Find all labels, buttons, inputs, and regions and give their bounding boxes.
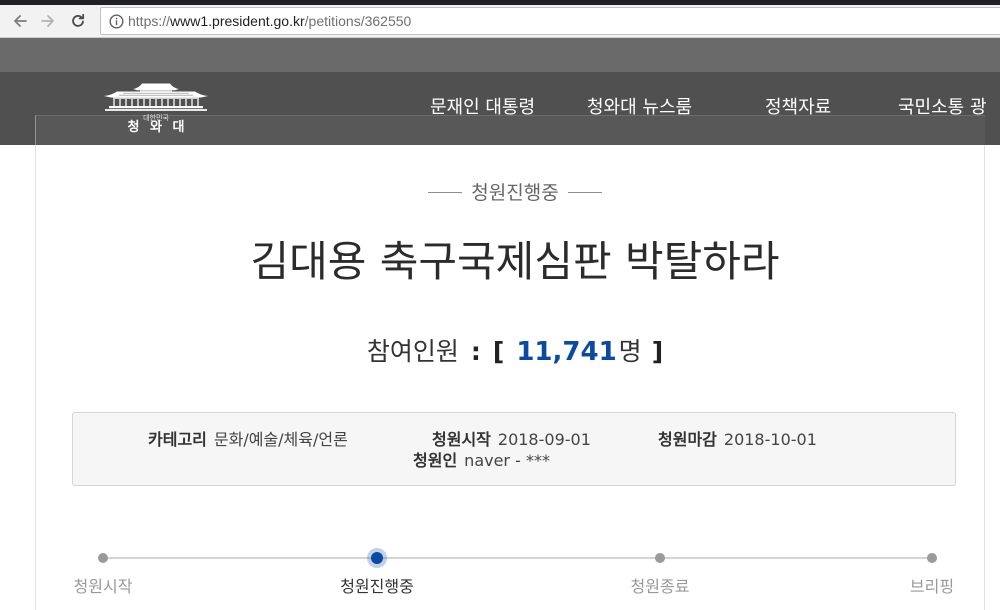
info-end-value: 2018-10-01 — [723, 430, 817, 449]
arrow-left-path — [14, 15, 27, 27]
blue-house-building-icon — [104, 83, 208, 111]
info-category: 카테고리 문화/예술/체육/언론 — [148, 429, 348, 451]
info-category-value: 문화/예술/체육/언론 — [213, 430, 348, 449]
info-icon-stem — [115, 20, 118, 25]
participant-count: 11,741 — [516, 337, 617, 367]
site-header-top-bar — [0, 38, 1000, 72]
progress-step-label: 청원종료 — [630, 577, 690, 596]
nav-policy-materials[interactable]: 정책자료 — [765, 97, 831, 119]
logo-base — [109, 106, 203, 109]
petition-status: 청원진행중 — [30, 181, 1000, 205]
arrow-right-icon — [41, 15, 54, 27]
info-end-label: 청원마감 — [658, 430, 717, 449]
progress-track — [103, 557, 932, 559]
reload-button[interactable] — [67, 10, 89, 32]
participants-bracket-close: ] — [651, 337, 664, 366]
petition-title: 김대용 축구국제심판 박탈하라 — [250, 237, 780, 286]
arrow-right-path — [41, 15, 54, 27]
site-header: 대한민국 청 와 대 문재인 대통령 청와대 뉴스룸 정책자료 국민소통 광 — [0, 72, 1000, 145]
status-rule-left — [428, 192, 463, 193]
browser-toolbar: https://www1.president.go.kr/petitions/3… — [0, 5, 1000, 38]
logo-steps — [105, 109, 207, 111]
nav-public-forum[interactable]: 국민소통 광 — [898, 97, 987, 119]
participants-bracket-open: [ — [492, 337, 505, 366]
info-start-value: 2018-09-01 — [497, 430, 591, 449]
info-petitioner-value: naver - *** — [464, 451, 550, 470]
petition-content: 청원진행중 김대용 축구국제심판 박탈하라 참여인원: [11,741명] 카테고… — [0, 145, 1000, 610]
progress-step-dot — [98, 553, 108, 563]
progress-step-dot — [927, 553, 937, 563]
progress-step-briefing: 브리핑 — [872, 548, 992, 597]
info-petitioner: 청원인 naver - *** — [413, 450, 550, 472]
url-scheme: https:// — [128, 13, 171, 29]
address-bar[interactable]: https://www1.president.go.kr/petitions/3… — [100, 7, 1000, 35]
reload-icon — [72, 13, 85, 27]
info-petitioner-label: 청원인 — [413, 451, 458, 470]
progress-step-label: 청원진행중 — [340, 577, 414, 596]
petition-info-box: 카테고리 문화/예술/체육/언론 청원시작 2018-09-01 청원마감 2018-… — [72, 412, 956, 486]
nav-president[interactable]: 문재인 대통령 — [430, 97, 535, 119]
forward-button[interactable] — [37, 10, 59, 32]
status-text: 청원진행중 — [471, 182, 559, 204]
participant-unit: 명 — [618, 337, 642, 366]
progress-step-label: 브리핑 — [909, 577, 955, 596]
participants-colon: : — [470, 337, 481, 366]
logo-upper-roof — [133, 83, 179, 91]
progress-step-in-progress: 청원진행중 — [317, 548, 437, 597]
url-host: www1.president.go.kr — [170, 13, 305, 29]
participant-count-line: 참여인원: [11,741명] — [30, 334, 1000, 370]
info-end-date: 청원마감 2018-10-01 — [658, 429, 817, 451]
status-rule-right — [567, 192, 602, 193]
arrow-left-icon — [14, 15, 27, 27]
progress-step-closed: 청원종료 — [600, 548, 720, 597]
cheongwadae-logo[interactable]: 대한민국 청 와 대 — [103, 82, 209, 142]
nav-newsroom[interactable]: 청와대 뉴스룸 — [587, 97, 692, 119]
info-start-date: 청원시작 2018-09-01 — [432, 429, 591, 451]
logo-main-roof — [104, 91, 208, 98]
info-icon-dot — [115, 17, 118, 20]
reload-arc-path — [72, 15, 84, 27]
progress-step-dot — [655, 553, 665, 563]
info-start-label: 청원시작 — [432, 430, 491, 449]
logo-beam — [113, 97, 199, 99]
info-icon[interactable] — [109, 14, 124, 29]
participants-label: 참여인원 — [366, 337, 459, 366]
url-text[interactable]: https://www1.president.go.kr/petitions/3… — [128, 8, 411, 34]
back-button[interactable] — [9, 10, 31, 32]
url-path: /petitions/362550 — [304, 13, 412, 29]
progress-step-start: 청원시작 — [43, 548, 163, 597]
progress-step-label: 청원시작 — [73, 577, 133, 596]
logo-name: 청 와 대 — [127, 120, 188, 135]
logo-columns — [113, 99, 199, 106]
progress-step-dot — [371, 552, 383, 564]
info-category-label: 카테고리 — [148, 430, 207, 449]
